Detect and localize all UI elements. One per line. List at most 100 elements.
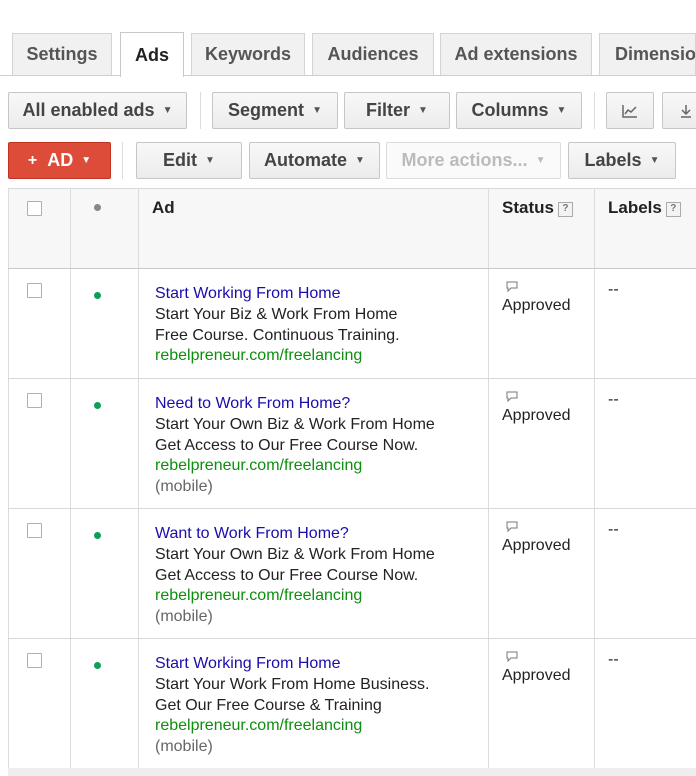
chevron-down-icon: ▼ <box>355 155 365 166</box>
ad-display-url: rebelpreneur.com/freelancing <box>155 587 363 604</box>
speech-bubble-icon[interactable] <box>506 521 518 532</box>
ad-device-preference: (mobile) <box>155 478 213 495</box>
speech-bubble-icon[interactable] <box>506 651 518 662</box>
tab-dimensions[interactable]: Dimensions <box>599 33 696 75</box>
enabled-status-dot[interactable] <box>94 292 101 299</box>
tab-settings[interactable]: Settings <box>12 33 112 75</box>
edit-button[interactable]: Edit ▼ <box>136 142 242 179</box>
columns-label: Columns <box>471 100 549 120</box>
chevron-down-icon: ▼ <box>556 105 567 116</box>
help-icon[interactable]: ? <box>665 202 681 217</box>
ad-description-line-2: Free Course. Continuous Training. <box>155 327 400 344</box>
select-all-checkbox[interactable] <box>27 201 42 216</box>
all-enabled-ads-dropdown[interactable]: All enabled ads ▼ <box>8 92 187 129</box>
chevron-down-icon: ▼ <box>535 155 546 166</box>
tab-baseline <box>0 75 696 76</box>
automate-button[interactable]: Automate ▼ <box>249 142 380 179</box>
status-header-label: Status <box>502 198 554 217</box>
ad-description-line-1: Start Your Work From Home Business. <box>155 676 430 693</box>
ad-description-line-2: Get Access to Our Free Course Now. <box>155 437 419 454</box>
speech-bubble-icon[interactable] <box>506 391 518 402</box>
tab-keywords[interactable]: Keywords <box>191 33 305 75</box>
column-divider <box>138 188 139 776</box>
labels-header-label: Labels <box>608 198 662 217</box>
row-divider <box>8 378 696 379</box>
row-divider <box>8 638 696 639</box>
ad-labels-value: -- <box>608 651 619 668</box>
all-enabled-ads-label: All enabled ads <box>22 100 155 120</box>
tab-ad-extensions[interactable]: Ad extensions <box>440 33 592 75</box>
row-divider <box>8 188 696 189</box>
plus-icon: + <box>27 151 38 169</box>
column-divider <box>488 188 489 776</box>
segment-button[interactable]: Segment ▼ <box>212 92 338 129</box>
help-icon[interactable]: ? <box>557 202 573 217</box>
row-checkbox[interactable] <box>27 653 42 668</box>
ad-description-line-1: Start Your Biz & Work From Home <box>155 306 398 323</box>
column-divider <box>70 188 71 776</box>
labels-label: Labels <box>584 150 642 170</box>
toolbar-divider <box>200 92 201 129</box>
table-header <box>8 188 696 268</box>
line-chart-icon <box>622 104 637 118</box>
more-actions-label: More actions... <box>401 150 528 170</box>
ad-description-line-1: Start Your Own Biz & Work From Home <box>155 546 435 563</box>
row-checkbox[interactable] <box>27 523 42 538</box>
download-button[interactable] <box>662 92 696 129</box>
chevron-down-icon: ▼ <box>312 105 322 116</box>
add-ad-button[interactable]: + AD ▼ <box>8 142 111 179</box>
chevron-down-icon: ▼ <box>649 155 660 166</box>
table-footer-strip <box>8 768 696 776</box>
ad-display-url: rebelpreneur.com/freelancing <box>155 717 363 734</box>
labels-column-header[interactable]: Labels? <box>608 198 681 218</box>
ad-description-line-2: Get Access to Our Free Course Now. <box>155 567 419 584</box>
chevron-down-icon: ▼ <box>162 105 173 116</box>
enabled-status-dot[interactable] <box>94 662 101 669</box>
tab-bar: Settings Ads Keywords Audiences Ad exten… <box>0 0 696 77</box>
enabled-status-dot[interactable] <box>94 402 101 409</box>
row-divider <box>8 508 696 509</box>
filter-button[interactable]: Filter ▼ <box>344 92 450 129</box>
filter-label: Filter <box>366 100 411 120</box>
labels-button[interactable]: Labels ▼ <box>568 142 676 179</box>
ad-headline-link[interactable]: Start Working From Home <box>155 284 341 304</box>
tab-ads[interactable]: Ads <box>120 32 184 77</box>
status-column-header-dot[interactable] <box>94 204 101 211</box>
row-divider <box>8 268 696 269</box>
columns-button[interactable]: Columns ▼ <box>456 92 582 129</box>
download-icon <box>681 104 691 118</box>
more-actions-button[interactable]: More actions... ▼ <box>386 142 561 179</box>
ad-labels-value: -- <box>608 281 619 298</box>
status-column-header[interactable]: Status? <box>502 198 573 218</box>
ad-labels-value: -- <box>608 521 619 538</box>
ad-status: Approved <box>502 667 571 684</box>
tab-audiences[interactable]: Audiences <box>312 33 434 75</box>
row-checkbox[interactable] <box>27 393 42 408</box>
ad-display-url: rebelpreneur.com/freelancing <box>155 347 363 364</box>
chevron-down-icon: ▼ <box>205 155 215 166</box>
ads-table: Ad Status? Labels? Start Working From Ho… <box>8 188 696 776</box>
ad-headline-link[interactable]: Want to Work From Home? <box>155 524 349 544</box>
ad-status: Approved <box>502 297 571 314</box>
ad-display-url: rebelpreneur.com/freelancing <box>155 457 363 474</box>
ad-device-preference: (mobile) <box>155 738 213 755</box>
ad-headline-link[interactable]: Need to Work From Home? <box>155 394 350 414</box>
ad-description-line-1: Start Your Own Biz & Work From Home <box>155 416 435 433</box>
ad-labels-value: -- <box>608 391 619 408</box>
toolbar-divider <box>594 92 595 129</box>
ad-status: Approved <box>502 537 571 554</box>
segment-label: Segment <box>228 100 305 120</box>
ad-status: Approved <box>502 407 571 424</box>
chevron-down-icon: ▼ <box>418 105 428 116</box>
ad-column-header[interactable]: Ad <box>152 198 175 218</box>
column-divider <box>8 188 9 776</box>
edit-label: Edit <box>163 150 198 170</box>
enabled-status-dot[interactable] <box>94 532 101 539</box>
automate-label: Automate <box>264 150 348 170</box>
ad-device-preference: (mobile) <box>155 608 213 625</box>
chevron-down-icon: ▼ <box>81 155 92 166</box>
row-checkbox[interactable] <box>27 283 42 298</box>
speech-bubble-icon[interactable] <box>506 281 518 292</box>
ad-headline-link[interactable]: Start Working From Home <box>155 654 341 674</box>
chart-toggle-button[interactable] <box>606 92 654 129</box>
